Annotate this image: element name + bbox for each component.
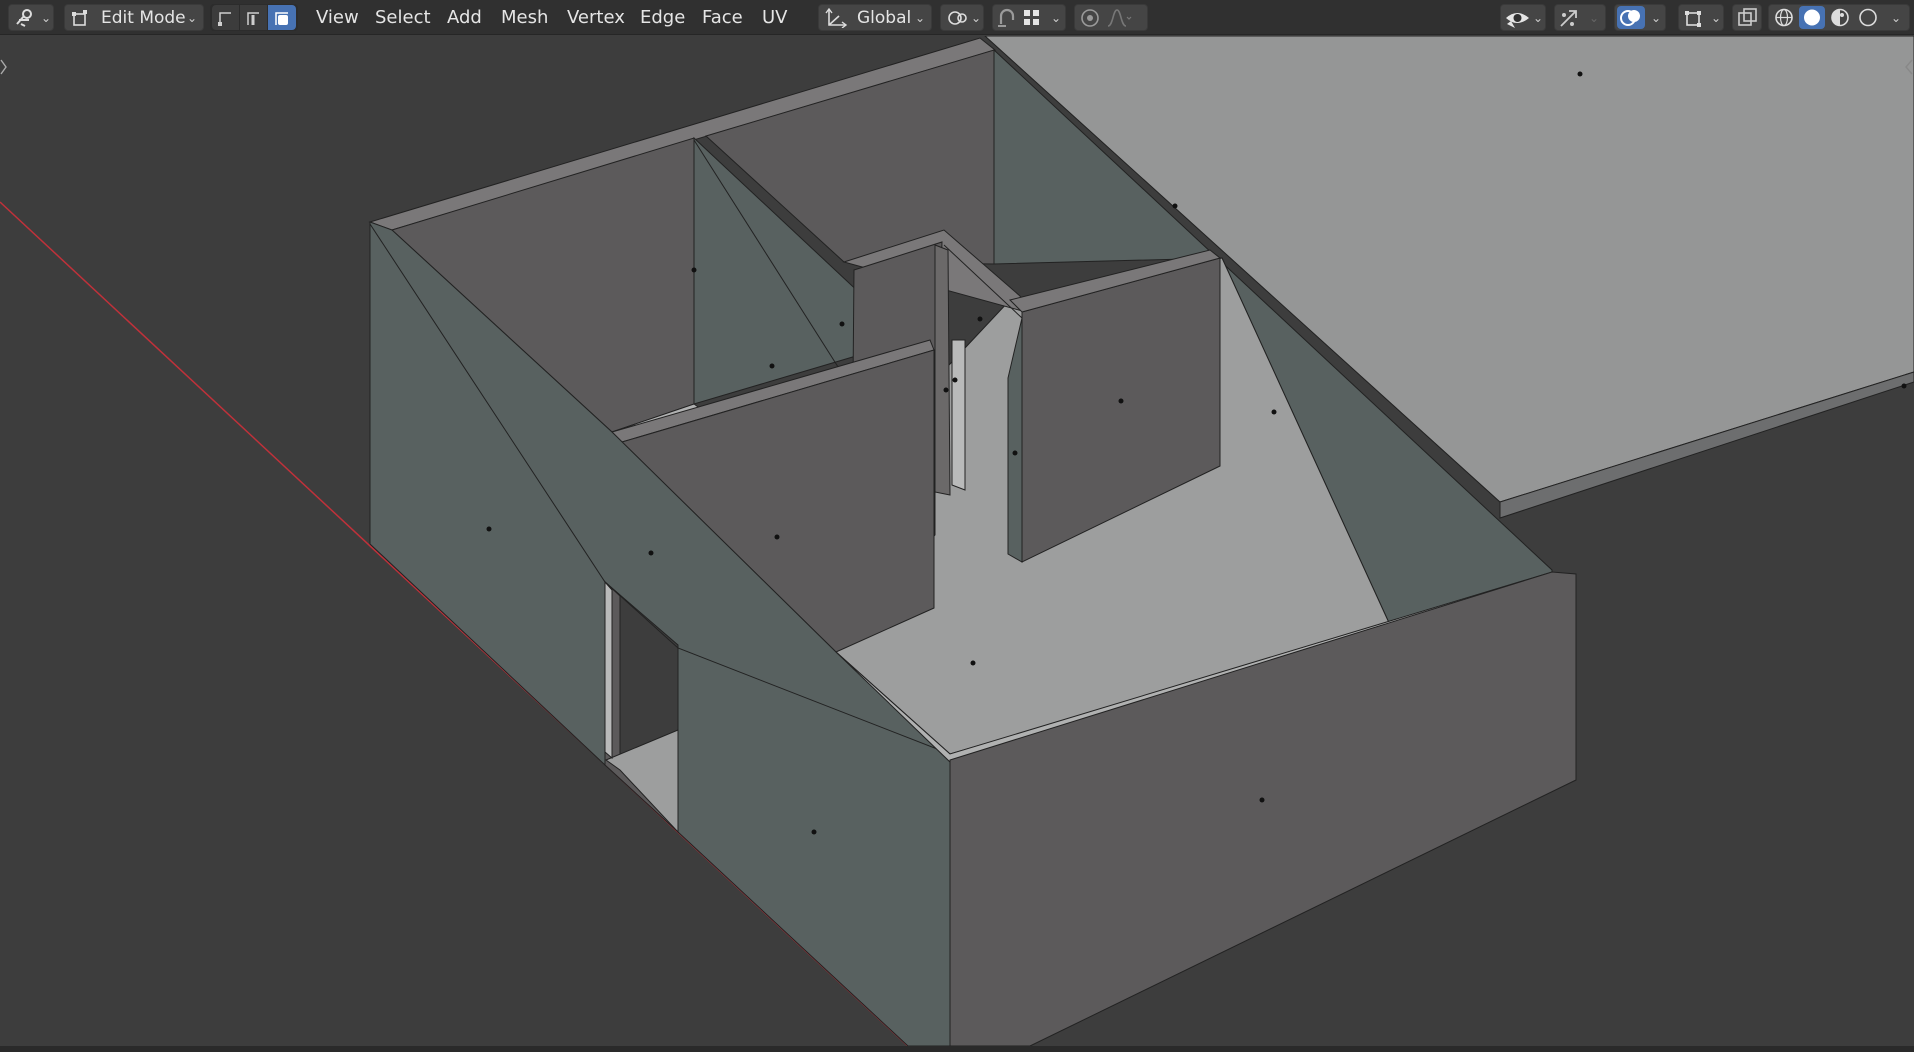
snap-toggle-icon[interactable]: [996, 8, 1018, 37]
face-dot[interactable]: [648, 550, 654, 556]
chevron-down-icon: ⌄: [1711, 11, 1722, 25]
face-dot[interactable]: [1118, 398, 1124, 404]
face-dot[interactable]: [691, 267, 697, 273]
chevron-down-icon: ⌄: [1051, 11, 1062, 25]
center-post-right: [951, 339, 966, 491]
door-jamb: [604, 580, 613, 760]
face-dot[interactable]: [1012, 450, 1018, 456]
menu-edge[interactable]: Edge: [640, 4, 685, 31]
chevron-down-icon: ⌄: [1589, 11, 1600, 25]
mesh-overlay-icon: [1684, 9, 1706, 36]
face-select-icon[interactable]: [268, 5, 296, 30]
menu-view[interactable]: View: [316, 4, 359, 31]
face-dot[interactable]: [977, 316, 983, 322]
toolbar-toggle-icon[interactable]: [0, 59, 7, 75]
proportional-edit-group: [1074, 4, 1148, 31]
wireframe-shading-icon[interactable]: [1771, 6, 1797, 29]
face-dot[interactable]: [811, 829, 817, 835]
transform-orientation-label: Global: [857, 8, 912, 28]
vertex-select-icon[interactable]: [212, 5, 239, 30]
edge-select-icon[interactable]: [240, 5, 267, 30]
face-dot[interactable]: [1259, 797, 1265, 803]
transform-orientation-icon: [825, 7, 848, 37]
mode-dropdown[interactable]: Edit Mode ⌄: [64, 4, 204, 31]
xray-toggle[interactable]: [1732, 4, 1762, 31]
falloff-icon[interactable]: [1107, 8, 1133, 37]
face-dot[interactable]: [1271, 409, 1277, 415]
edit-mode-icon: [71, 9, 91, 36]
pivot-point-icon: [946, 8, 970, 37]
chevron-down-icon[interactable]: ⌄: [1891, 5, 1901, 32]
pivot-point-dropdown[interactable]: ⌄: [940, 4, 984, 31]
shading-group: ⌄: [1768, 4, 1910, 31]
visibility-icon: [1505, 8, 1531, 37]
face-dot[interactable]: [769, 363, 775, 369]
mesh-overlay-dropdown[interactable]: ⌄: [1678, 4, 1724, 31]
select-mode-group: [210, 4, 298, 31]
snap-group: ⌄: [992, 4, 1066, 31]
viewport-header: ⌄ Edit Mode ⌄ View Select Add Mesh Verte…: [0, 0, 1914, 35]
chevron-down-icon: ⌄: [187, 11, 198, 25]
face-dot[interactable]: [952, 377, 958, 383]
face-dot[interactable]: [839, 321, 845, 327]
center-post-left: [934, 244, 951, 496]
menu-add[interactable]: Add: [447, 4, 482, 31]
face-dot[interactable]: [1901, 383, 1907, 389]
chevron-down-icon: ⌄: [915, 11, 926, 25]
chevron-down-icon: ⌄: [41, 11, 52, 25]
menu-select[interactable]: Select: [375, 4, 431, 31]
3d-viewport[interactable]: [0, 36, 1914, 1046]
visibility-dropdown[interactable]: ⌄: [1500, 4, 1546, 31]
menu-mesh[interactable]: Mesh: [501, 4, 548, 31]
snap-increment-icon[interactable]: [1023, 9, 1043, 36]
face-dot[interactable]: [486, 526, 492, 532]
face-dot[interactable]: [1172, 203, 1178, 209]
face-dot[interactable]: [943, 387, 949, 393]
rendered-shading-icon[interactable]: [1855, 6, 1881, 29]
transform-orientation-dropdown[interactable]: Global ⌄: [818, 4, 932, 31]
chevron-down-icon: ⌄: [1651, 11, 1662, 25]
material-shading-icon[interactable]: [1827, 6, 1853, 29]
overlay-group: ⌄: [1614, 4, 1666, 31]
gizmo-icon[interactable]: [1558, 8, 1580, 37]
viewport-canvas[interactable]: [0, 36, 1914, 1046]
face-dot[interactable]: [970, 660, 976, 666]
face-dot[interactable]: [1577, 71, 1583, 77]
menu-uv[interactable]: UV: [762, 4, 788, 31]
chevron-down-icon: ⌄: [971, 11, 982, 25]
status-bar: [0, 1046, 1914, 1052]
proportional-edit-icon[interactable]: [1079, 8, 1101, 37]
menu-face[interactable]: Face: [702, 4, 743, 31]
mode-label: Edit Mode: [101, 8, 186, 28]
menu-vertex[interactable]: Vertex: [567, 4, 625, 31]
overlay-icon[interactable]: [1617, 6, 1645, 29]
chevron-down-icon: ⌄: [1533, 11, 1544, 25]
xray-icon: [1737, 8, 1759, 37]
solid-shading-icon[interactable]: [1799, 6, 1825, 29]
editor-type-dropdown[interactable]: ⌄: [8, 4, 54, 31]
face-dot[interactable]: [774, 534, 780, 540]
gizmo-group: ⌄: [1554, 4, 1606, 31]
editor-type-icon: [15, 8, 37, 37]
